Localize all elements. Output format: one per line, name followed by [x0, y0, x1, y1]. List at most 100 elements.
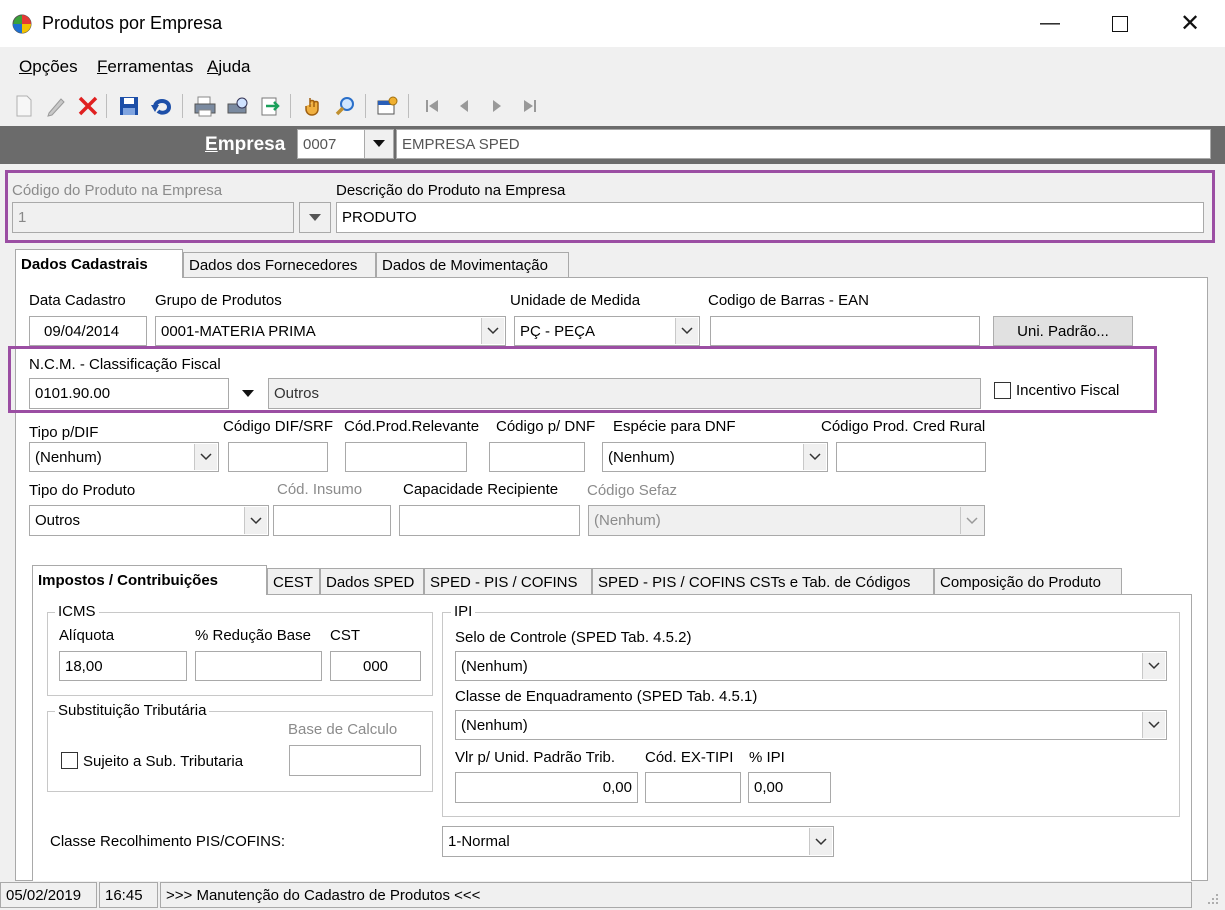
tipo-produto-select[interactable]: Outros: [29, 505, 269, 536]
tab-sped-pis-cofins-csts[interactable]: SPED - PIS / COFINS CSTs e Tab. de Códig…: [592, 568, 934, 595]
close-button[interactable]: ✕: [1155, 0, 1225, 47]
app-globe-icon: [12, 14, 32, 34]
chevron-down-icon: [803, 444, 826, 470]
incentivo-fiscal-label: Incentivo Fiscal: [1016, 382, 1120, 399]
delete-x-icon[interactable]: [76, 94, 100, 118]
ncm-input[interactable]: 0101.90.00: [29, 378, 229, 409]
sujeito-sub-tributaria-checkbox[interactable]: [61, 752, 78, 769]
substituicao-tributaria-title: Substituição Tributária: [55, 702, 210, 719]
chevron-down-icon: [194, 444, 217, 470]
unidade-medida-select[interactable]: PÇ - PEÇA: [514, 316, 700, 346]
toolbar-separator: [290, 94, 291, 118]
descricao-produto-input[interactable]: PRODUTO: [336, 202, 1204, 233]
codigo-sefaz-value: (Nenhum): [594, 512, 661, 529]
ipi-group-title: IPI: [451, 603, 476, 620]
codigo-dif-input[interactable]: [228, 442, 328, 472]
codigo-produto-dropdown-button[interactable]: [299, 202, 331, 233]
tab-dados-fornecedores[interactable]: Dados dos Fornecedores: [183, 252, 376, 278]
capacidade-label: Capacidade Recipiente: [403, 481, 559, 498]
codigo-barras-input[interactable]: [710, 316, 980, 346]
sujeito-sub-tributaria-label: Sujeito a Sub. Tributaria: [83, 753, 244, 770]
tab-cest[interactable]: CEST: [267, 568, 320, 595]
codigo-dnf-input[interactable]: [489, 442, 585, 472]
codigo-produto-input[interactable]: 1: [12, 202, 294, 233]
aliquota-input[interactable]: 18,00: [59, 651, 187, 681]
search-magnifier-icon[interactable]: [333, 94, 357, 118]
last-record-icon[interactable]: [518, 94, 542, 118]
codigo-sefaz-select[interactable]: (Nenhum): [588, 505, 985, 536]
tab-dados-cadastrais[interactable]: Dados Cadastrais: [15, 249, 183, 278]
print-preview-icon[interactable]: [226, 94, 250, 118]
tipo-dif-value: (Nenhum): [35, 448, 102, 466]
classe-pis-cofins-select[interactable]: 1-Normal: [442, 826, 834, 857]
undo-arrow-icon[interactable]: [150, 94, 174, 118]
previous-record-icon[interactable]: [452, 94, 476, 118]
status-message: >>> Manutenção do Cadastro de Produtos <…: [160, 882, 1192, 908]
reducao-base-input[interactable]: [195, 651, 322, 681]
window-title: Produtos por Empresa: [42, 13, 223, 33]
hand-pointer-icon[interactable]: [301, 94, 325, 118]
menu-ferramentas[interactable]: Ferramentas: [97, 57, 193, 77]
menu-opcoes[interactable]: Opções: [19, 57, 78, 77]
empresa-dropdown-button[interactable]: [364, 129, 394, 159]
toolbar: [0, 88, 1225, 124]
save-disk-icon[interactable]: [117, 94, 141, 118]
data-cadastro-input[interactable]: 09/04/2014: [29, 316, 147, 346]
uni-padrao-button[interactable]: Uni. Padrão...: [993, 316, 1133, 346]
dropdown-arrow-icon: [242, 389, 254, 397]
ncm-description-field: Outros: [268, 378, 981, 409]
classe-pis-cofins-label: Classe Recolhimento PIS/COFINS:: [50, 833, 286, 850]
descricao-produto-label: Descrição do Produto na Empresa: [336, 182, 566, 199]
menu-ajuda[interactable]: Ajuda: [207, 57, 250, 77]
cod-prod-relevante-input[interactable]: [345, 442, 467, 472]
toolbar-separator: [182, 94, 183, 118]
tab-dados-movimentacao[interactable]: Dados de Movimentação: [376, 252, 569, 278]
cst-input[interactable]: 000: [330, 651, 421, 681]
selo-controle-value: (Nenhum): [461, 657, 528, 675]
base-calculo-label: Base de Calculo: [288, 721, 398, 738]
next-record-icon[interactable]: [485, 94, 509, 118]
settings-window-icon[interactable]: [376, 94, 400, 118]
edit-pencil-icon[interactable]: [44, 94, 68, 118]
print-icon[interactable]: [193, 94, 217, 118]
especie-dnf-label: Espécie para DNF: [613, 418, 736, 435]
cred-rural-input[interactable]: [836, 442, 986, 472]
tab-impostos-contribuicoes[interactable]: Impostos / Contribuições: [32, 565, 267, 595]
ncm-dropdown-button[interactable]: [232, 378, 264, 409]
codigo-dnf-label: Código p/ DNF: [496, 418, 596, 435]
grupo-produtos-label: Grupo de Produtos: [155, 292, 282, 309]
classe-enquadramento-select[interactable]: (Nenhum): [455, 710, 1167, 740]
incentivo-fiscal-checkbox[interactable]: [994, 382, 1011, 399]
grupo-produtos-value: 0001-MATERIA PRIMA: [161, 322, 316, 340]
tipo-dif-label: Tipo p/DIF: [29, 424, 99, 441]
resize-grip-icon[interactable]: [1206, 892, 1220, 906]
cod-insumo-input[interactable]: [273, 505, 391, 536]
percent-ipi-input[interactable]: 0,00: [748, 772, 831, 803]
classe-enquadramento-label: Classe de Enquadramento (SPED Tab. 4.5.1…: [455, 688, 758, 705]
tab-dados-sped[interactable]: Dados SPED: [320, 568, 424, 595]
grupo-produtos-select[interactable]: 0001-MATERIA PRIMA: [155, 316, 506, 346]
maximize-button[interactable]: [1085, 0, 1155, 47]
empresa-label: Empresa: [205, 134, 286, 155]
cod-ex-tipi-input[interactable]: [645, 772, 741, 803]
especie-dnf-select[interactable]: (Nenhum): [602, 442, 828, 472]
tipo-dif-select[interactable]: (Nenhum): [29, 442, 219, 472]
chevron-down-icon: [244, 507, 267, 534]
vlr-unid-padrao-input[interactable]: 0,00: [455, 772, 638, 803]
new-document-icon[interactable]: [12, 94, 36, 118]
capacidade-input[interactable]: [399, 505, 580, 536]
cod-ex-tipi-label: Cód. EX-TIPI: [645, 749, 734, 766]
codigo-dif-label: Código DIF/SRF: [223, 418, 334, 435]
status-date: 05/02/2019: [0, 882, 97, 908]
base-calculo-input[interactable]: [289, 745, 421, 776]
minimize-button[interactable]: —: [1015, 0, 1085, 47]
chevron-down-icon: [809, 828, 832, 855]
reducao-base-label: % Redução Base: [195, 627, 311, 644]
tab-composicao-produto[interactable]: Composição do Produto: [934, 568, 1122, 595]
tab-sped-pis-cofins[interactable]: SPED - PIS / COFINS: [424, 568, 592, 595]
export-icon[interactable]: [258, 94, 282, 118]
empresa-code-input[interactable]: 0007: [297, 129, 365, 159]
selo-controle-select[interactable]: (Nenhum): [455, 651, 1167, 681]
first-record-icon[interactable]: [420, 94, 444, 118]
close-icon: ✕: [1179, 10, 1201, 37]
